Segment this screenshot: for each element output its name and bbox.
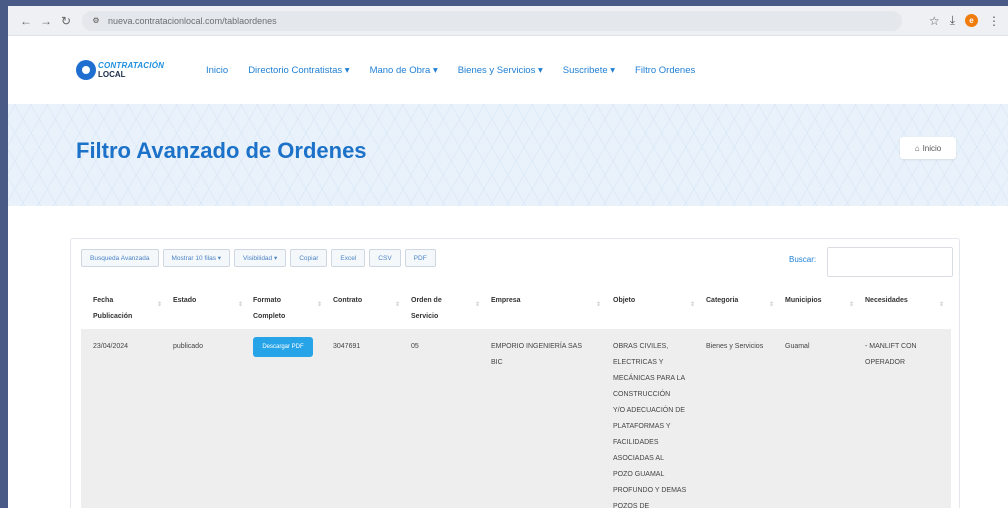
header-necesidades[interactable]: Necesidades (865, 293, 908, 309)
cell-objeto-line: OBRAS CIVILES, (613, 343, 669, 350)
header-estado[interactable]: Estado (173, 293, 196, 309)
reload-icon[interactable]: ↻ (56, 14, 76, 28)
page-banner: Filtro Avanzado de Ordenes ⌂ Inicio (8, 104, 1008, 206)
cell-estado: publicado (173, 343, 203, 350)
header-contrato[interactable]: Contrato (333, 293, 362, 309)
cell-objeto-line: PLATAFORMAS Y (613, 423, 671, 430)
cell-categoria: Bienes y Servicios (706, 343, 764, 350)
logo-line-2: LOCAL (98, 70, 126, 79)
nav-filtro-ordenes[interactable]: Filtro Ordenes (635, 65, 695, 76)
header-formato-line2: Completo (253, 313, 286, 320)
logo-line-1: CONTRATACIÓN (98, 61, 165, 70)
site-header: CONTRATACIÓN LOCAL Inicio Directorio Con… (8, 36, 1008, 104)
download-pdf-button[interactable]: Descargar PDF (253, 337, 313, 357)
browser-toolbar: ← → ↻ ⚙ nueva.contratacionlocal.com/tabl… (8, 6, 1008, 36)
table-row: 23/04/2024 publicado Descargar PDF 30476… (81, 329, 951, 508)
url-text: nueva.contratacionlocal.com/tablaordenes (108, 15, 277, 26)
profile-avatar[interactable]: e (965, 14, 978, 27)
browser-window: ← → ↻ ⚙ nueva.contratacionlocal.com/tabl… (8, 6, 1008, 508)
menu-dots-icon[interactable]: ⋮ (988, 14, 1000, 28)
cell-objeto-line: CONSTRUCCIÓN (613, 391, 671, 398)
cell-objeto-line: MECÁNICAS PARA LA (613, 375, 686, 382)
sort-icon[interactable]: ⇕ (317, 301, 322, 308)
breadcrumb-home-button[interactable]: ⌂ Inicio (900, 137, 956, 159)
sort-icon[interactable]: ⇕ (596, 301, 601, 308)
cell-necesidades-line: OPERADOR (865, 359, 906, 366)
sort-icon[interactable]: ⇕ (690, 301, 695, 308)
nav-suscribete[interactable]: Suscribete ▾ (563, 65, 615, 76)
site-settings-icon[interactable]: ⚙ (90, 15, 102, 27)
cell-objeto-line: POZOS DE (613, 503, 650, 508)
cell-objeto-line: ASOCIADAS AL (613, 455, 664, 462)
header-orden[interactable]: Orden de Servicio (411, 293, 442, 325)
cell-municipios: Guamal (785, 343, 810, 350)
sort-icon[interactable]: ⇕ (769, 301, 774, 308)
cell-fecha: 23/04/2024 (93, 343, 129, 350)
search-label: Buscar: (789, 255, 817, 264)
page-title: Filtro Avanzado de Ordenes (76, 138, 367, 163)
header-orden-line2: Servicio (411, 313, 439, 320)
address-bar[interactable]: ⚙ nueva.contratacionlocal.com/tablaorden… (82, 10, 902, 31)
cell-objeto-line: FACILIDADES (613, 439, 659, 446)
site-logo[interactable]: CONTRATACIÓN LOCAL (76, 60, 186, 80)
logo-mark-icon (76, 60, 96, 80)
cell-contrato: 3047691 (333, 343, 361, 350)
back-icon[interactable]: ← (16, 14, 36, 28)
rows-per-page-button[interactable]: Mostrar 10 filas ▾ (162, 249, 231, 267)
nav-directorio-contratistas[interactable]: Directorio Contratistas ▾ (248, 65, 349, 76)
sort-icon[interactable]: ⇕ (849, 301, 854, 308)
nav-bienes-y-servicios[interactable]: Bienes y Servicios ▾ (458, 65, 543, 76)
forward-icon[interactable]: → (36, 14, 56, 28)
download-icon[interactable]: ⤓ (950, 13, 955, 28)
copy-button[interactable]: Copiar (290, 249, 328, 267)
header-municipios[interactable]: Municipios (785, 293, 822, 309)
header-formato[interactable]: Formato Completo (253, 293, 285, 325)
home-icon: ⌂ (914, 143, 920, 153)
main-nav: Inicio Directorio Contratistas ▾ Mano de… (206, 65, 715, 76)
sort-icon[interactable]: ⇕ (939, 301, 944, 308)
sort-icon[interactable]: ⇕ (395, 301, 400, 308)
cell-necesidades: - MANLIFT CON OPERADOR (865, 339, 917, 371)
nav-inicio[interactable]: Inicio (206, 65, 228, 76)
cell-empresa-line: BIC (491, 359, 503, 366)
table-header: Fecha Publicación ⇕ Estado ⇕ Formato Com… (81, 287, 951, 329)
cell-orden: 05 (411, 343, 419, 350)
header-objeto[interactable]: Objeto (613, 293, 635, 309)
sort-icon[interactable]: ⇕ (157, 301, 162, 308)
header-fecha-line1: Fecha (93, 297, 114, 304)
csv-button[interactable]: CSV (369, 249, 401, 267)
excel-button[interactable]: Excel (331, 249, 366, 267)
header-fecha[interactable]: Fecha Publicación (93, 293, 132, 325)
header-orden-line1: Orden de (411, 297, 442, 304)
cell-objeto: OBRAS CIVILES, ELECTRICAS Y MECÁNICAS PA… (613, 339, 705, 508)
bookmark-star-icon[interactable]: ☆ (929, 14, 940, 28)
cell-objeto-line: ELECTRICAS Y (613, 359, 664, 366)
search-input[interactable] (827, 247, 953, 277)
header-fecha-line2: Publicación (93, 313, 133, 320)
cell-empresa: EMPORIO INGENIERÍA SAS BIC (491, 339, 596, 371)
sort-icon[interactable]: ⇕ (238, 301, 243, 308)
table-toolbar: Busqueda Avanzada Mostrar 10 filas ▾ Vis… (81, 249, 436, 267)
cell-empresa-line: EMPORIO INGENIERÍA SAS (491, 343, 583, 350)
header-categoria[interactable]: Categoria (706, 293, 738, 309)
cell-objeto-line: POZO GUAMAL (613, 471, 665, 478)
cell-necesidades-line: - MANLIFT CON (865, 343, 917, 350)
sort-icon[interactable]: ⇕ (475, 301, 480, 308)
cell-objeto-line: PROFUNDO Y DEMAS (613, 487, 687, 494)
cell-objeto-line: Y/O ADECUACIÓN DE (613, 407, 685, 414)
header-formato-line1: Formato (253, 297, 281, 304)
orders-table-card: Busqueda Avanzada Mostrar 10 filas ▾ Vis… (70, 238, 960, 508)
header-empresa[interactable]: Empresa (491, 293, 521, 309)
advanced-search-button[interactable]: Busqueda Avanzada (81, 249, 159, 267)
breadcrumb-home-label: Inicio (922, 143, 942, 153)
nav-mano-de-obra[interactable]: Mano de Obra ▾ (370, 65, 438, 76)
visibility-button[interactable]: Visibilidad ▾ (234, 249, 287, 267)
pdf-export-button[interactable]: PDF (404, 249, 436, 267)
